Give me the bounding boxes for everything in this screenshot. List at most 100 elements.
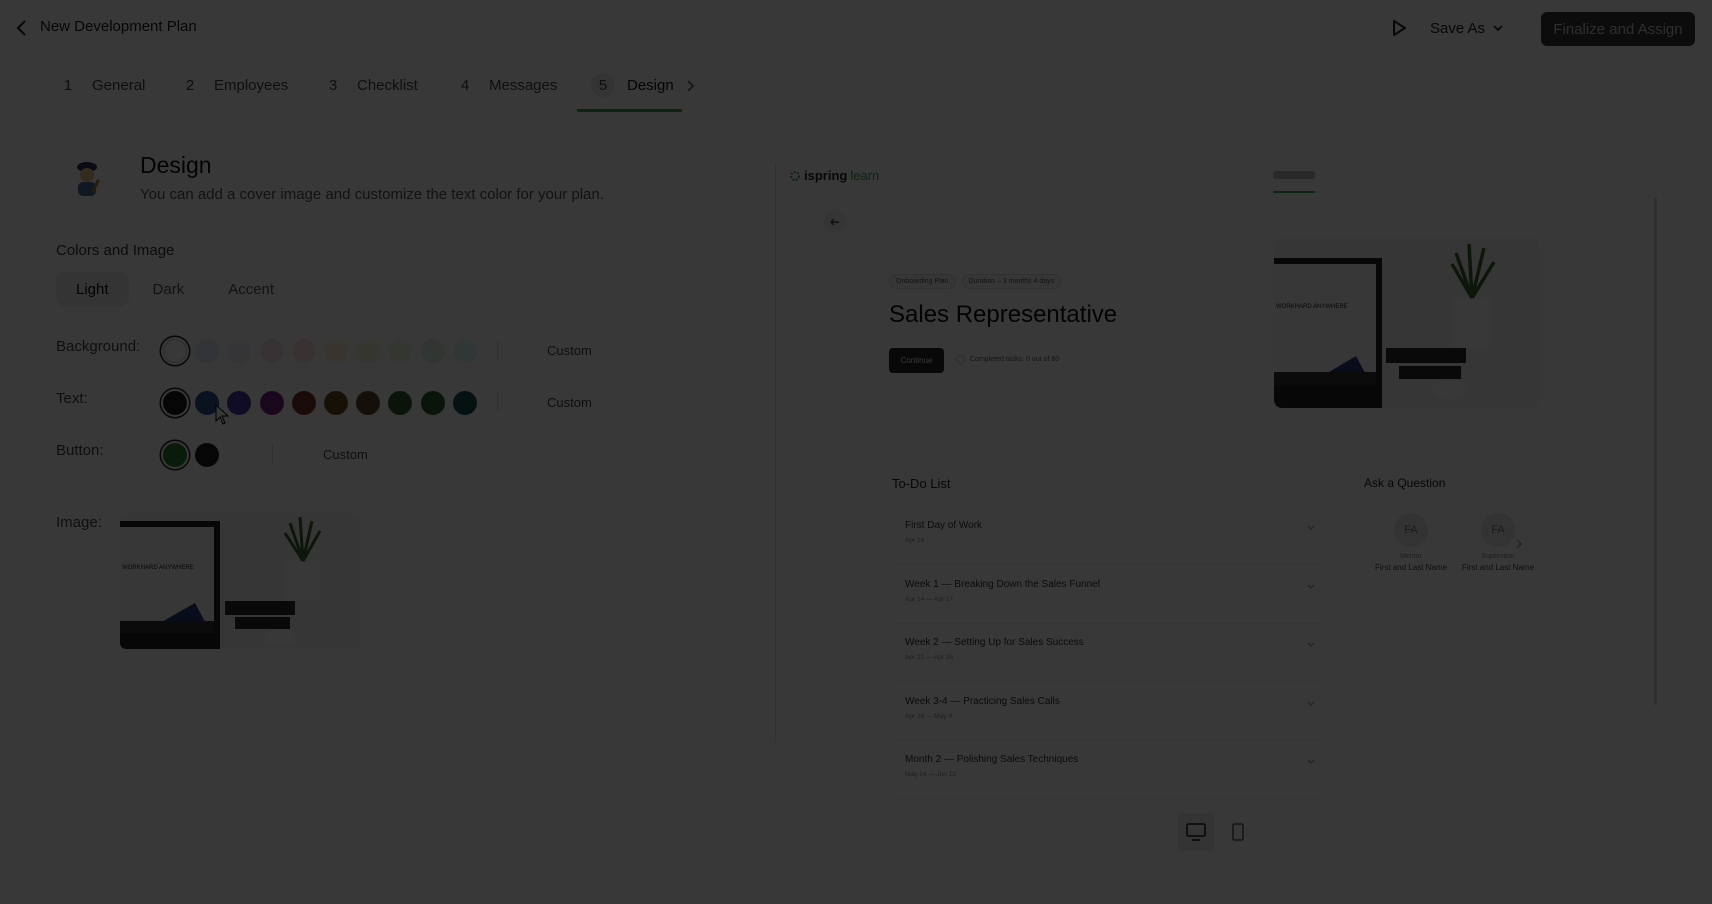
tab-label: Messages: [489, 76, 558, 94]
tab-label: Checklist: [357, 76, 418, 94]
theme-tab-dark[interactable]: Dark: [133, 272, 205, 306]
text-color-swatch[interactable]: [452, 391, 477, 415]
preview-cover-image: WORKHARD ANYWHERE: [1274, 238, 1539, 408]
todo-item-title: First Day of Work: [905, 520, 983, 531]
device-toggle: [1177, 813, 1257, 851]
text-color-swatch[interactable]: [388, 391, 413, 415]
mentor-contact[interactable]: FA Mentor First and Last Name: [1371, 513, 1451, 572]
chevron-down-icon: [1307, 701, 1315, 706]
contact-name: First and Last Name: [1374, 563, 1448, 572]
todo-item[interactable]: First Day of Work Apr 14: [892, 513, 1322, 565]
preview-nav-indicator: [1273, 191, 1315, 193]
todo-item-title: Week 2 — Setting Up for Sales Success: [905, 637, 1084, 648]
theme-tabs: Light Dark Accent: [56, 272, 294, 306]
design-title: Design: [140, 152, 212, 178]
separator: [272, 444, 273, 464]
tab-number: 3: [328, 76, 338, 94]
background-label: Background:: [56, 338, 141, 355]
chevron-right-icon[interactable]: [1515, 538, 1523, 550]
todo-item-title: Week 1 — Breaking Down the Sales Funnel: [905, 578, 1100, 590]
tab-design[interactable]: 5 Design: [591, 73, 674, 97]
text-custom-button[interactable]: Custom: [547, 395, 592, 410]
separator: [497, 340, 498, 360]
chevron-right-icon[interactable]: [684, 74, 698, 98]
preview-play-icon[interactable]: [1386, 16, 1410, 40]
todo-item-title: Week 3-4 — Practicing Sales Calls: [905, 695, 1060, 707]
todo-item-date: Apr 14: [905, 537, 925, 544]
button-color-swatch[interactable]: [195, 443, 220, 467]
background-color-swatch[interactable]: [452, 339, 477, 363]
todo-item-title: Month 2 — Polishing Sales Techniques: [905, 754, 1079, 765]
ask-question-title: Ask a Question: [1364, 476, 1446, 490]
cover-image-thumbnail[interactable]: WORKHARD ANYWHERE: [120, 513, 361, 649]
tab-label: Design: [627, 76, 674, 94]
button-custom-button[interactable]: Custom: [323, 447, 368, 462]
background-color-swatch[interactable]: [356, 339, 381, 363]
logo-accent: learn: [850, 168, 880, 183]
button-color-swatch[interactable]: [163, 443, 187, 467]
progress-ring-icon: [956, 355, 965, 364]
back-arrow-icon[interactable]: [10, 16, 34, 40]
background-color-swatch[interactable]: [291, 339, 316, 363]
save-as-button[interactable]: Save As: [1430, 14, 1505, 42]
logo-text: ispring: [804, 168, 848, 183]
step-tabs: 1 General 2 Employees 3 Checklist 4 Messages…: [0, 56, 1712, 114]
background-color-swatch[interactable]: [259, 339, 284, 363]
desktop-icon: [1186, 823, 1206, 841]
chevron-down-icon: [1307, 642, 1315, 647]
background-custom-button[interactable]: Custom: [547, 343, 592, 358]
tab-number: 5: [591, 73, 615, 97]
text-color-swatch[interactable]: [420, 391, 445, 415]
background-color-swatch[interactable]: [420, 339, 445, 363]
finalize-and-assign-button[interactable]: Finalize and Assign: [1541, 12, 1695, 46]
theme-tab-accent[interactable]: Accent: [208, 272, 294, 306]
separator: [497, 392, 498, 412]
tab-number: 4: [460, 76, 470, 94]
tab-number: 2: [185, 76, 195, 94]
text-color-swatch[interactable]: [356, 391, 381, 415]
background-color-swatch[interactable]: [227, 339, 252, 363]
active-tab-indicator: [577, 109, 682, 112]
cover-text: WORKHARD ANYWHERE: [1276, 304, 1348, 310]
background-color-swatch[interactable]: [388, 339, 413, 363]
theme-tab-light[interactable]: Light: [56, 272, 129, 306]
preview-progress: Completed tasks: 0 out of 80: [956, 355, 1059, 364]
tab-checklist[interactable]: 3 Checklist: [321, 74, 418, 96]
background-color-swatch[interactable]: [195, 339, 220, 363]
supervisor-contact[interactable]: FA Supervisor First and Last Name: [1458, 513, 1538, 572]
tab-employees[interactable]: 2 Employees: [178, 74, 288, 96]
text-color-swatch[interactable]: [324, 391, 348, 415]
save-as-label: Save As: [1430, 19, 1486, 37]
mobile-view-button[interactable]: [1219, 813, 1257, 851]
tab-general[interactable]: 1 General: [56, 74, 146, 96]
preview-scrollbar[interactable]: [1654, 198, 1657, 705]
contact-role: Supervisor: [1481, 553, 1515, 560]
text-color-swatch[interactable]: [259, 391, 284, 415]
desktop-view-button[interactable]: [1177, 813, 1215, 851]
todo-item[interactable]: Week 1 — Breaking Down the Sales Funnel A…: [892, 572, 1322, 624]
text-color-swatch[interactable]: [291, 391, 316, 415]
todo-item-date: Apr 21 — Apr 25: [905, 654, 954, 661]
chevron-down-icon: [1307, 759, 1315, 764]
design-subtitle: You can add a cover image and customize …: [140, 186, 604, 203]
text-color-swatch[interactable]: [163, 391, 187, 415]
chevron-down-icon: [1307, 584, 1315, 589]
background-color-swatch[interactable]: [324, 339, 348, 363]
tab-number: 1: [63, 76, 73, 94]
todo-item[interactable]: Week 2 — Setting Up for Sales Success Apr…: [892, 630, 1322, 682]
background-color-swatch[interactable]: [163, 339, 187, 363]
todo-item[interactable]: Week 3-4 — Practicing Sales Calls Apr 28 …: [892, 689, 1322, 741]
preview-nav-item: [1273, 171, 1315, 179]
tab-messages[interactable]: 4 Messages: [453, 74, 558, 96]
todo-item[interactable]: Month 2 — Polishing Sales Techniques May …: [892, 747, 1322, 799]
back-arrow-icon: [830, 218, 839, 226]
avatar: FA: [1394, 513, 1428, 547]
todo-item-date: Apr 28 — May 9: [905, 712, 952, 720]
chevron-down-icon: [1307, 525, 1315, 530]
top-bar: New Development Plan Save As Finalize an…: [0, 0, 1712, 56]
contact-role: Mentor: [1400, 553, 1422, 560]
preview-chips: Onboarding Plan Duration – 3 months 4 da…: [889, 274, 1062, 289]
preview-continue-button[interactable]: Continue: [889, 348, 944, 373]
preview-back-button[interactable]: [824, 211, 846, 233]
mouse-cursor-icon: [215, 404, 230, 425]
